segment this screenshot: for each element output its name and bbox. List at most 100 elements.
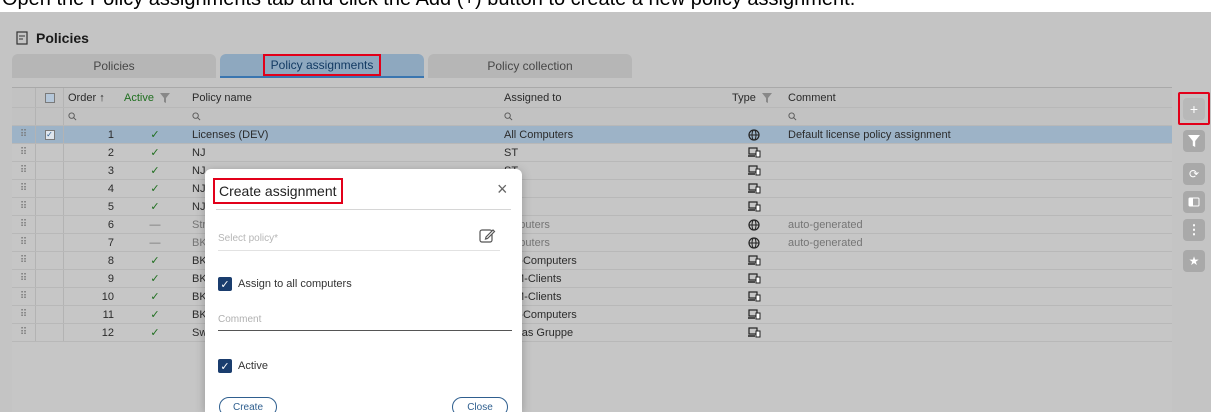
table-row[interactable]: ⠿3✓NJST [12, 162, 1172, 180]
create-button[interactable]: Create [219, 397, 277, 412]
table-row[interactable]: ⠿ 12 ✓ Sw tlanas Gruppe [12, 324, 1172, 342]
assigned-to-cell: ST [500, 180, 724, 197]
row-checkbox[interactable] [36, 288, 64, 305]
order-column-header[interactable]: Order ↑ [64, 88, 120, 107]
search-icon [192, 112, 201, 121]
order-cell: 5 [107, 200, 114, 213]
assigned-to-column-header[interactable]: Assigned to [500, 88, 724, 107]
more-options-button[interactable]: ⋮ [1183, 219, 1205, 241]
table-row[interactable]: ⠿ 7— BK omputers auto-generated [12, 234, 1172, 252]
row-checkbox[interactable]: ✓ [36, 126, 64, 143]
active-column-header[interactable]: Active [120, 88, 190, 107]
comment-column-header[interactable]: Comment [784, 88, 1172, 107]
table-row[interactable]: ⠿ 9 ✓ BK -VM-Clients [12, 270, 1172, 288]
table-row[interactable]: ⠿ 2 ✓ NJ ST [12, 144, 1172, 162]
assigned-to-cell: -VM-Clients [504, 272, 562, 285]
drag-handle-icon[interactable]: ⠿ [12, 306, 36, 323]
panel-button[interactable] [1183, 191, 1205, 213]
devices-icon [724, 180, 784, 197]
row-checkbox[interactable] [36, 162, 64, 179]
active-cell: — [149, 218, 161, 231]
row-checkbox[interactable] [36, 216, 64, 233]
devices-icon [724, 252, 784, 269]
assign-all-checkbox[interactable]: ✓ [218, 277, 232, 291]
column-label: Active [124, 91, 154, 104]
row-checkbox[interactable] [36, 198, 64, 215]
filter-funnel-icon[interactable] [159, 92, 170, 103]
assigned-to-cell: All Computers [504, 128, 574, 141]
drag-handle-icon[interactable]: ⠿ [12, 198, 36, 215]
drag-handle-icon[interactable]: ⠿ [12, 180, 36, 197]
tab-policies[interactable]: Policies [12, 54, 216, 78]
drag-handle-icon[interactable]: ⠿ [12, 234, 36, 251]
drag-handle-icon[interactable]: ⠿ [12, 216, 36, 233]
drag-handle-icon[interactable]: ⠿ [12, 324, 36, 341]
row-checkbox[interactable] [36, 324, 64, 341]
favorites-button[interactable]: ★ [1183, 250, 1205, 272]
grid-header-row: Order ↑ Active Policy name Assigned to T… [12, 88, 1172, 108]
table-row[interactable]: ⠿4✓NJST [12, 180, 1172, 198]
active-label: Active [238, 360, 268, 372]
filter-funnel-icon[interactable] [761, 92, 772, 103]
assigned-to-cell: omputers [504, 218, 550, 231]
assigned-to-cell: tlanas Gruppe [504, 326, 574, 339]
order-cell: 7 [107, 236, 114, 249]
row-checkbox[interactable] [36, 234, 64, 251]
row-checkbox[interactable] [36, 180, 64, 197]
active-cell: ✓ [150, 165, 160, 177]
comment-filter[interactable] [784, 108, 1172, 125]
grid-filter-row [12, 108, 1172, 126]
comment-cell [784, 252, 1172, 269]
drag-handle-icon[interactable]: ⠿ [12, 126, 36, 143]
policy-name-filter[interactable] [190, 108, 500, 125]
drag-handle-icon[interactable]: ⠿ [12, 162, 36, 179]
add-assignment-button[interactable]: + [1183, 98, 1205, 120]
comment-cell: auto-generated [788, 236, 863, 249]
assigned-to-cell: MT-Computers [504, 308, 577, 321]
active-checkbox[interactable]: ✓ [218, 359, 232, 373]
active-cell: ✓ [150, 255, 160, 267]
devices-icon [724, 270, 784, 287]
table-row[interactable]: ⠿ 8 ✓ BK MT-Computers [12, 252, 1172, 270]
select-policy-field[interactable]: Select policy* [218, 227, 500, 251]
policy-name-column-header[interactable]: Policy name [190, 88, 500, 107]
filter-button[interactable] [1183, 130, 1205, 152]
order-cell: 9 [107, 272, 114, 285]
policy-placeholder: Select policy* [218, 233, 279, 244]
drag-handle-icon[interactable]: ⠿ [12, 288, 36, 305]
column-label: Assigned to [504, 91, 562, 104]
table-row[interactable]: ⠿ 10 ✓ BK -VM-Clients [12, 288, 1172, 306]
type-column-header[interactable]: Type [724, 88, 784, 107]
close-button[interactable]: Close [452, 397, 508, 412]
devices-icon [724, 288, 784, 305]
row-checkbox[interactable] [36, 252, 64, 269]
assign-all-checkbox-row[interactable]: ✓ Assign to all computers [218, 277, 352, 291]
devices-icon [724, 144, 784, 161]
tab-policy-assignments[interactable]: Policy assignments [220, 54, 424, 78]
order-cell: 4 [107, 182, 114, 195]
row-checkbox[interactable] [36, 270, 64, 287]
close-icon[interactable]: × [497, 180, 508, 198]
drag-handle-icon[interactable]: ⠿ [12, 144, 36, 161]
comment-cell [784, 144, 1172, 161]
star-icon: ★ [1188, 254, 1200, 268]
edit-icon[interactable] [478, 227, 496, 245]
active-checkbox-row[interactable]: ✓ Active [218, 359, 268, 373]
order-cell: 8 [107, 254, 114, 267]
comment-field[interactable]: Comment [218, 309, 512, 331]
select-all-checkbox[interactable] [36, 88, 64, 107]
table-row[interactable]: ⠿ ✓ 1 ✓ Licenses (DEV) All Computers Default l… [12, 126, 1172, 144]
drag-handle-icon[interactable]: ⠿ [12, 252, 36, 269]
drag-handle-icon[interactable]: ⠿ [12, 270, 36, 287]
table-row[interactable]: ⠿ 11 ✓ BK MT-Computers [12, 306, 1172, 324]
table-row[interactable]: ⠿ 6— Str omputers auto-generated [12, 216, 1172, 234]
order-filter[interactable] [64, 108, 120, 125]
comment-placeholder: Comment [218, 314, 262, 325]
table-row[interactable]: ⠿5✓NJST [12, 198, 1172, 216]
assigned-to-filter[interactable] [500, 108, 724, 125]
comment-cell [784, 306, 1172, 323]
tab-policy-collection[interactable]: Policy collection [428, 54, 632, 78]
row-checkbox[interactable] [36, 144, 64, 161]
row-checkbox[interactable] [36, 306, 64, 323]
refresh-button[interactable]: ⟳ [1183, 163, 1205, 185]
